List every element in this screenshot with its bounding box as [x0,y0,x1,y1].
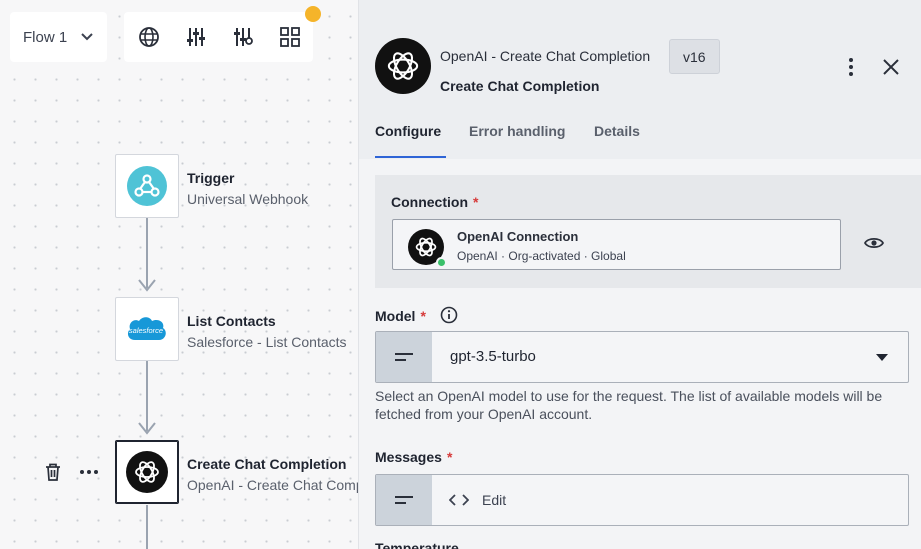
connection-label: Connection * [391,194,479,210]
step-trigger[interactable] [115,154,179,218]
step-list-contacts[interactable]: salesforce [115,297,179,361]
more-horizontal-icon[interactable] [79,462,99,482]
openai-icon [135,461,159,483]
step-subtitle: OpenAI - Create Chat Completion [187,477,358,493]
panel-header: OpenAI - Create Chat Completion v16 Crea… [359,0,921,159]
step-subtitle: Salesforce - List Contacts [187,334,347,350]
caret-down-icon [876,354,888,361]
messages-edit-button[interactable]: Edit [482,492,506,508]
flow-select[interactable]: Flow 1 [10,12,107,62]
trash-icon[interactable] [44,462,62,482]
salesforce-logo-text: salesforce [129,326,163,335]
input-mode-toggle[interactable] [376,475,432,525]
arrow-down-icon [138,422,156,435]
openai-logo [126,451,168,493]
step-title: Trigger [187,170,235,186]
connector-line [146,505,148,549]
connection-select[interactable]: OpenAI Connection OpenAI · Org-activated… [392,219,841,270]
connection-status-dot [436,257,447,268]
model-select[interactable]: gpt-3.5-turbo [375,331,909,383]
grid-icon [279,27,300,47]
model-help-text: Select an OpenAI model to use for the re… [375,388,883,422]
input-mode-toggle[interactable] [376,332,432,382]
text-mode-icon [395,496,413,504]
text-mode-icon [395,353,413,361]
model-value: gpt-3.5-turbo [450,348,536,365]
messages-label: Messages * [375,449,453,465]
app-name: OpenAI - Create Chat Completion [440,48,651,64]
step-create-chat-completion[interactable] [115,440,179,504]
adjust-button[interactable] [220,12,265,62]
adjust-icon [233,28,253,46]
required-mark: * [473,194,479,210]
globe-icon [138,27,159,47]
active-tab-indicator [375,156,446,158]
flow-canvas[interactable]: Flow 1 Trigger Universal Webhook salesfo… [0,0,358,549]
tab-configure[interactable]: Configure [375,123,441,139]
code-icon [449,494,469,506]
app-logo [375,38,431,94]
openai-icon [415,237,437,257]
step-title: List Contacts [187,313,276,329]
step-subtitle: Universal Webhook [187,191,309,207]
tab-error-handling[interactable]: Error handling [469,123,565,139]
version-badge[interactable]: v16 [669,39,720,74]
messages-field[interactable]: Edit [375,474,909,526]
connection-section: Connection * OpenAI Connection OpenAI · O… [375,175,921,288]
info-icon[interactable] [440,306,458,324]
close-icon[interactable] [881,57,901,77]
temperature-label: Temperature [375,540,459,549]
model-label: Model * [375,306,458,324]
canvas-toolbar [124,12,313,62]
globe-button[interactable] [126,12,171,62]
flow-select-label: Flow 1 [23,28,68,46]
step-actions [44,462,99,482]
tab-details[interactable]: Details [594,123,640,139]
sliders-button[interactable] [173,12,218,62]
panel-title: Create Chat Completion [440,78,600,94]
eye-icon[interactable] [864,236,884,250]
sliders-icon [186,28,205,46]
openai-icon [387,52,419,80]
chevron-down-icon [81,33,93,41]
connection-meta: OpenAI · Org-activated · Global [457,249,626,263]
connection-name: OpenAI Connection [457,229,579,244]
required-mark: * [420,308,426,324]
more-vertical-icon[interactable] [841,56,861,78]
notification-dot[interactable] [305,6,321,22]
salesforce-icon: salesforce [127,317,166,340]
grid-button[interactable] [267,12,312,62]
arrow-down-icon [138,279,156,292]
step-config-panel: OpenAI - Create Chat Completion v16 Crea… [358,0,921,549]
webhook-icon [127,166,167,206]
step-title: Create Chat Completion [187,456,347,472]
required-mark: * [446,449,453,465]
